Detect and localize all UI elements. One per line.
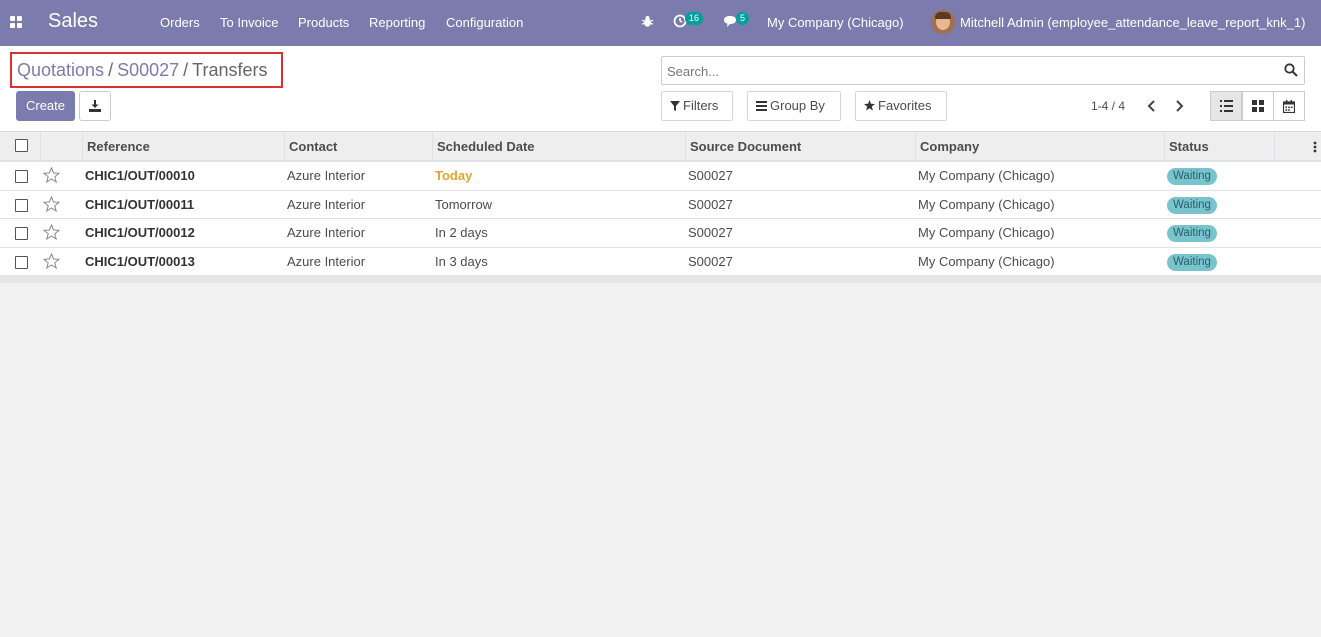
table-row[interactable]: CHIC1/OUT/00013 Azure Interior In 3 days… [0, 247, 1321, 276]
scheduled-date-cell: Tomorrow [435, 196, 493, 212]
filters-label: Filters [683, 98, 719, 113]
activity-count-badge: 16 [685, 12, 704, 25]
list-view-button[interactable] [1210, 91, 1242, 121]
reference-cell: CHIC1/OUT/00013 [85, 253, 195, 269]
calendar-view-icon [1283, 100, 1295, 113]
header-scheduled-date[interactable]: Scheduled Date [432, 132, 685, 162]
table-row[interactable]: CHIC1/OUT/00011 Azure Interior Tomorrow … [0, 190, 1321, 219]
search-box [661, 56, 1305, 85]
contact-cell: Azure Interior [287, 196, 366, 212]
pager-previous-icon[interactable] [1146, 99, 1158, 113]
filters-button[interactable]: Filters [661, 91, 733, 121]
select-all-checkbox[interactable] [15, 139, 28, 152]
company-cell: My Company (Chicago) [918, 196, 1055, 212]
scheduled-date-cell: Today [435, 168, 473, 183]
header-source-document[interactable]: Source Document [685, 132, 915, 162]
user-avatar[interactable] [931, 10, 955, 34]
company-cell: My Company (Chicago) [918, 253, 1055, 269]
header-favorite [40, 132, 82, 162]
contact-cell: Azure Interior [287, 253, 366, 269]
header-optional-columns[interactable] [1274, 132, 1321, 162]
menu-orders[interactable]: Orders [160, 15, 200, 30]
status-badge: Waiting [1167, 225, 1217, 242]
download-button[interactable] [79, 91, 111, 121]
header-status[interactable]: Status [1164, 132, 1274, 162]
row-checkbox[interactable] [15, 170, 28, 183]
status-badge: Waiting [1167, 196, 1217, 214]
menu-configuration[interactable]: Configuration [446, 15, 523, 30]
row-checkbox[interactable] [15, 255, 28, 269]
header-contact[interactable]: Contact [284, 132, 432, 162]
source-document-cell: S00027 [688, 253, 733, 269]
group-by-label: Group By [770, 98, 825, 113]
breadcrumb-quotations[interactable]: Quotations [17, 60, 104, 80]
message-count-badge: 5 [736, 12, 750, 25]
row-checkbox[interactable] [15, 198, 28, 212]
top-navbar: Sales Orders To Invoice Products Reporti… [0, 0, 1321, 46]
menu-products[interactable]: Products [298, 15, 349, 30]
reference-cell: CHIC1/OUT/00010 [85, 168, 195, 183]
calendar-view-button[interactable] [1273, 91, 1305, 121]
menu-reporting[interactable]: Reporting [369, 15, 425, 30]
group-by-bars-icon [756, 101, 767, 111]
breadcrumb-current: Transfers [192, 60, 268, 80]
table-footer [0, 275, 1321, 283]
favorites-label: Favorites [878, 98, 932, 113]
group-by-button[interactable]: Group By [747, 91, 841, 121]
optional-columns-kebab-icon [1313, 141, 1317, 153]
breadcrumb-order[interactable]: S00027 [117, 60, 179, 80]
reference-cell: CHIC1/OUT/00011 [85, 196, 195, 212]
contact-cell: Azure Interior [287, 168, 366, 183]
reference-cell: CHIC1/OUT/00012 [85, 225, 195, 240]
user-menu[interactable]: Mitchell Admin (employee_attendance_leav… [960, 15, 1305, 30]
table-row[interactable]: CHIC1/OUT/00010 Azure Interior Today S00… [0, 162, 1321, 191]
source-document-cell: S00027 [688, 168, 733, 183]
company-cell: My Company (Chicago) [918, 168, 1055, 183]
star-icon[interactable] [43, 195, 60, 212]
breadcrumb: Quotations / S00027/Transfers [10, 52, 283, 88]
menu-to-invoice[interactable]: To Invoice [220, 15, 279, 30]
app-title[interactable]: Sales [48, 10, 98, 33]
search-input[interactable] [667, 61, 1267, 81]
status-badge: Waiting [1167, 168, 1217, 185]
favorites-button[interactable]: Favorites [855, 91, 947, 121]
apps-menu-icon[interactable] [10, 16, 22, 28]
header-reference[interactable]: Reference [82, 132, 284, 162]
star-icon[interactable] [43, 224, 60, 240]
favorites-star-icon [864, 100, 875, 111]
source-document-cell: S00027 [688, 196, 733, 212]
header-company[interactable]: Company [915, 132, 1164, 162]
table-row[interactable]: CHIC1/OUT/00012 Azure Interior In 2 days… [0, 219, 1321, 248]
pager-next-icon[interactable] [1173, 99, 1185, 113]
kanban-view-button[interactable] [1242, 91, 1274, 121]
create-button[interactable]: Create [16, 91, 75, 121]
scheduled-date-cell: In 2 days [435, 225, 488, 240]
company-cell: My Company (Chicago) [918, 225, 1055, 240]
scheduled-date-cell: In 3 days [435, 253, 488, 269]
search-icon[interactable] [1284, 63, 1298, 77]
status-badge: Waiting [1167, 253, 1217, 271]
contact-cell: Azure Interior [287, 225, 366, 240]
source-document-cell: S00027 [688, 225, 733, 240]
filter-funnel-icon [670, 101, 680, 111]
star-icon[interactable] [43, 252, 60, 269]
list-view-icon [1220, 100, 1233, 112]
pager-value[interactable]: 1-4 / 4 [1091, 99, 1125, 113]
row-checkbox[interactable] [15, 227, 28, 240]
download-icon [89, 100, 101, 112]
kanban-view-icon [1252, 100, 1264, 112]
star-icon[interactable] [43, 167, 60, 183]
debug-bug-icon[interactable] [641, 15, 654, 28]
transfers-table: Reference Contact Scheduled Date Source … [0, 132, 1321, 276]
control-panel: Quotations/S00027/Transfers Create Filte… [0, 46, 1321, 132]
table-header: Reference Contact Scheduled Date Source … [0, 132, 1321, 162]
company-switcher[interactable]: My Company (Chicago) [767, 15, 904, 30]
